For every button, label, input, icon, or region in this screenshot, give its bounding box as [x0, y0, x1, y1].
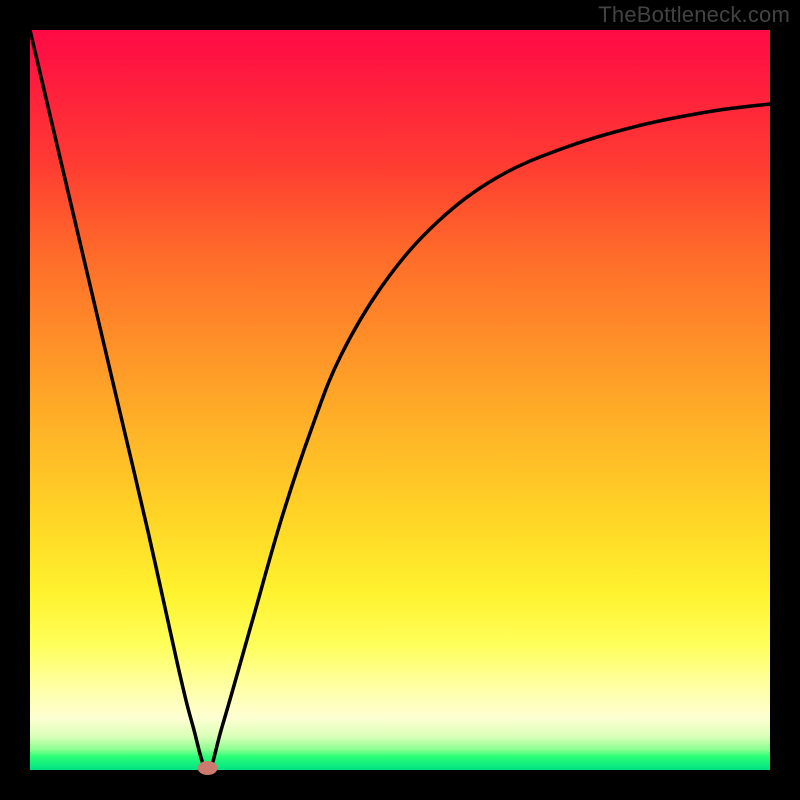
watermark-text: TheBottleneck.com: [598, 2, 790, 28]
chart-frame: TheBottleneck.com: [0, 0, 800, 800]
optimum-marker: [198, 761, 218, 775]
curve-layer: [30, 30, 770, 770]
bottleneck-curve: [30, 30, 770, 770]
plot-area: [30, 30, 770, 770]
